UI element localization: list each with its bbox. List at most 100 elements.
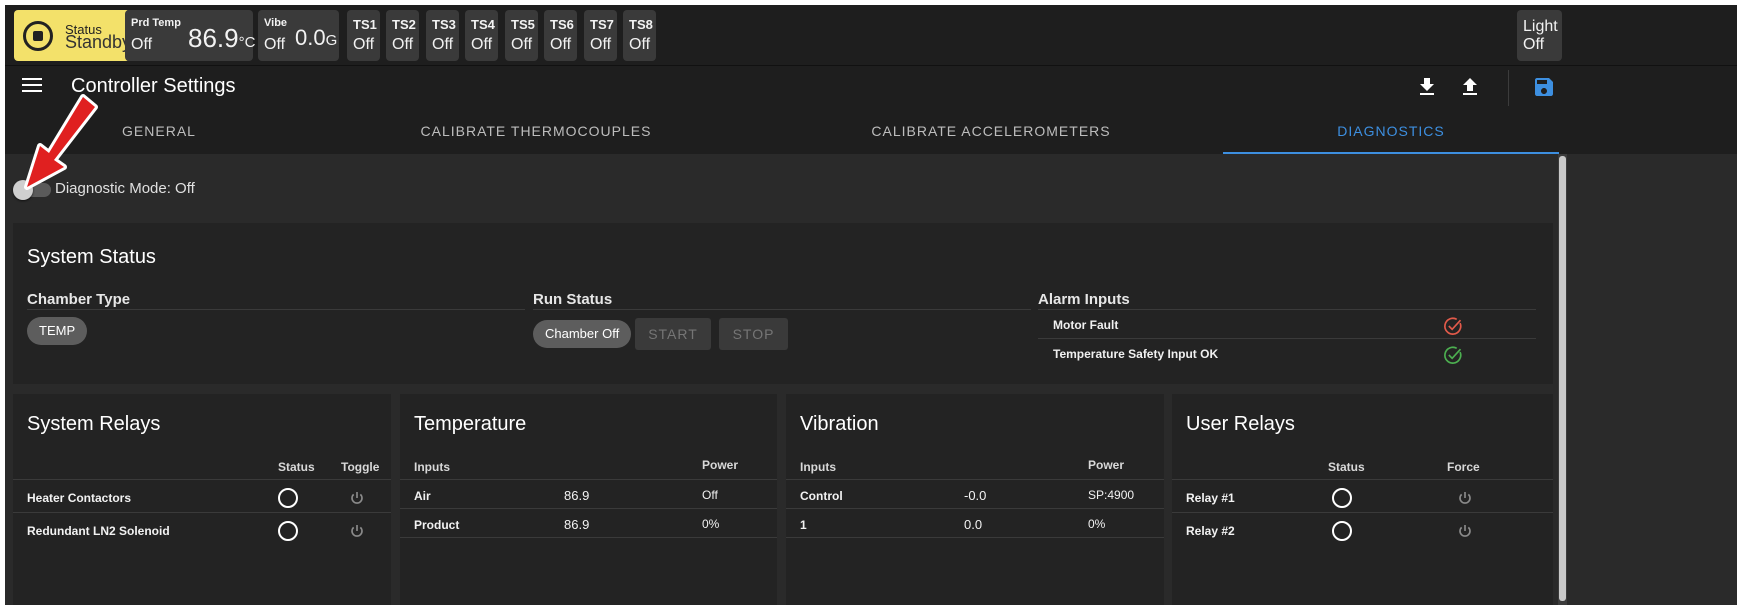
ts7-label: TS7 (590, 17, 614, 32)
ts6-label: TS6 (550, 17, 574, 32)
save-icon[interactable] (1532, 75, 1556, 99)
ts8-label: TS8 (629, 17, 653, 32)
ts5-label: TS5 (511, 17, 535, 32)
temp-air-value: 86.9 (564, 488, 590, 503)
tab-calibrate-accelerometers[interactable]: CALIBRATE ACCELEROMETERS (759, 110, 1223, 154)
run-status-title: Run Status (533, 291, 613, 308)
prd-temp-reading: 86.9°C (188, 23, 255, 54)
user-relay-2: Relay #2 (1186, 524, 1235, 538)
ts6-chip[interactable]: TS6 Off (544, 10, 577, 61)
divider (1172, 479, 1553, 480)
alarm-inputs-title: Alarm Inputs (1038, 291, 1130, 308)
user-relays-panel: User Relays Status Force Relay #1 Relay … (1172, 394, 1553, 605)
relay-status-icon (278, 521, 298, 541)
power-icon[interactable] (1457, 523, 1473, 539)
ts2-chip[interactable]: TS2 Off (386, 10, 419, 61)
user-relays-title: User Relays (1186, 413, 1295, 435)
relay-redundant-ln2: Redundant LN2 Solenoid (27, 524, 170, 538)
ts8-chip[interactable]: TS8 Off (623, 10, 656, 61)
system-status-title: System Status (27, 246, 156, 268)
temp-product-value: 86.9 (564, 517, 590, 532)
alarm-status-icon (1444, 317, 1462, 335)
start-button[interactable]: START (635, 318, 711, 350)
ts2-label: TS2 (392, 17, 416, 32)
ts4-chip[interactable]: TS4 Off (465, 10, 498, 61)
temperature-panel: Temperature Inputs Power Air 86.9 Off Pr… (400, 394, 777, 605)
stop-button[interactable]: STOP (719, 318, 788, 350)
force-column-header: Force (1447, 460, 1480, 474)
tab-bar: GENERAL CALIBRATE THERMOCOUPLES CALIBRAT… (5, 110, 1737, 154)
light-value: Off (1523, 36, 1545, 53)
status-bar: Status Standby Prd Temp Off 86.9°C Vibe … (5, 5, 1737, 66)
relay-status-icon (1332, 521, 1352, 541)
ts1-value: Off (353, 36, 375, 53)
download-icon[interactable] (1415, 75, 1439, 99)
app-header: Controller Settings (5, 66, 1737, 110)
relay-heater-contactors: Heater Contactors (27, 491, 132, 505)
inputs-column-header: Inputs (800, 460, 836, 474)
prd-temp-label: Prd Temp (131, 17, 181, 29)
vibe-label: Vibe (264, 17, 288, 29)
status-column-header: Status (1328, 460, 1365, 474)
scrollbar-thumb[interactable] (1559, 156, 1566, 601)
light-chip[interactable]: Light Off (1517, 10, 1562, 61)
chamber-type-chip: TEMP (27, 317, 88, 345)
vibe-value: 0.0 (295, 25, 326, 50)
vibe-chip[interactable]: Vibe Off 0.0G (258, 10, 339, 61)
tab-calibrate-thermocouples[interactable]: CALIBRATE THERMOCOUPLES (313, 110, 759, 154)
app-window: Status Standby Prd Temp Off 86.9°C Vibe … (5, 5, 1737, 605)
ts8-value: Off (629, 36, 651, 53)
ts4-value: Off (471, 36, 493, 53)
ts3-label: TS3 (432, 17, 456, 32)
ts1-chip[interactable]: TS1 Off (347, 10, 380, 61)
divider (1038, 338, 1536, 339)
power-column-header: Power (1088, 458, 1125, 472)
ts5-chip[interactable]: TS5 Off (505, 10, 538, 61)
divider (1038, 309, 1536, 310)
relay-status-icon (278, 488, 298, 508)
alarm-temperature-safety: Temperature Safety Input OK (1053, 347, 1219, 361)
light-label: Light (1523, 18, 1558, 35)
vibration-title: Vibration (800, 413, 879, 435)
vibe-1-value: 0.0 (964, 517, 983, 532)
divider (533, 309, 1031, 310)
ts7-chip[interactable]: TS7 Off (584, 10, 617, 61)
power-icon[interactable] (349, 490, 365, 506)
system-relays-panel: System Relays Status Toggle Heater Conta… (13, 394, 391, 605)
tab-diagnostics[interactable]: DIAGNOSTICS (1223, 110, 1559, 154)
header-divider (1508, 70, 1509, 106)
upload-icon[interactable] (1458, 75, 1482, 99)
system-relays-title: System Relays (27, 413, 161, 435)
divider (13, 479, 391, 480)
annotation-arrow-icon (24, 94, 98, 190)
temp-air-power: Off (702, 488, 718, 502)
ts1-label: TS1 (353, 17, 377, 32)
power-icon[interactable] (349, 523, 365, 539)
alarm-motor-fault: Motor Fault (1053, 318, 1119, 332)
power-icon[interactable] (1457, 490, 1473, 506)
relay-status-icon (1332, 488, 1352, 508)
vibe-state: Off (264, 36, 286, 53)
divider (13, 512, 391, 513)
vibe-unit: G (325, 32, 338, 49)
prd-temp-unit: °C (238, 34, 256, 51)
prd-temp-value: 86.9 (188, 23, 239, 53)
prd-temp-chip[interactable]: Prd Temp Off 86.9°C (125, 10, 255, 61)
divider (400, 479, 777, 480)
ts3-chip[interactable]: TS3 Off (426, 10, 459, 61)
system-status-panel: System Status Chamber Type TEMP Run Stat… (13, 223, 1553, 384)
user-relay-1: Relay #1 (1186, 491, 1235, 505)
chamber-type-title: Chamber Type (27, 291, 131, 308)
power-column-header: Power (702, 458, 739, 472)
temp-product-power: 0% (702, 517, 720, 531)
divider (786, 508, 1164, 509)
ts5-value: Off (511, 36, 533, 53)
vibration-panel: Vibration Inputs Power Control -0.0 SP:4… (786, 394, 1164, 605)
divider (400, 537, 777, 538)
ts4-label: TS4 (471, 17, 495, 32)
temp-input-product: Product (414, 518, 460, 532)
temperature-title: Temperature (414, 413, 527, 435)
prd-temp-state: Off (131, 36, 153, 53)
vibe-input-1: 1 (800, 518, 807, 532)
ts2-value: Off (392, 36, 414, 53)
